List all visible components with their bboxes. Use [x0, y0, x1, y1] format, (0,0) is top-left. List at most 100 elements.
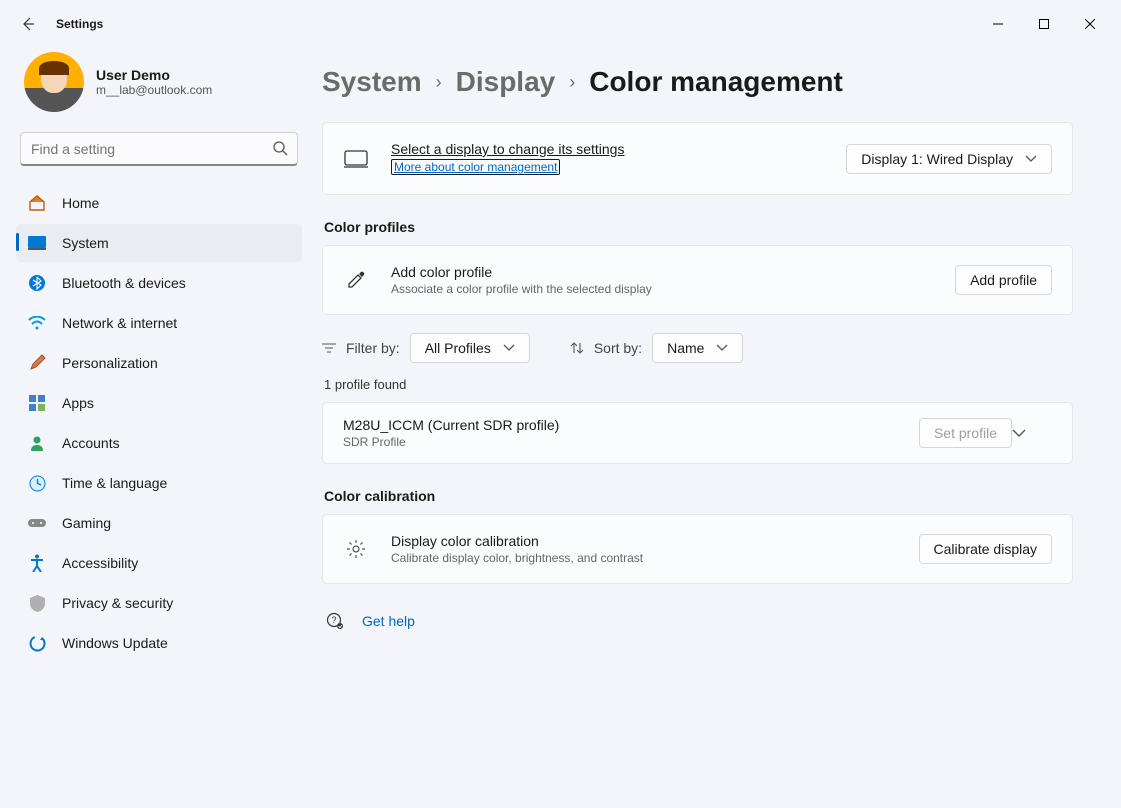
user-name: User Demo [96, 67, 212, 83]
minimize-icon [993, 19, 1003, 29]
get-help-link[interactable]: Get help [362, 613, 415, 629]
filter-row: Filter by: All Profiles Sort by: Name [322, 333, 1073, 363]
sort-label: Sort by: [594, 340, 642, 356]
maximize-button[interactable] [1021, 8, 1067, 40]
maximize-icon [1039, 19, 1049, 29]
close-button[interactable] [1067, 8, 1113, 40]
section-color-profiles: Color profiles [324, 219, 1073, 235]
window-controls [975, 8, 1113, 40]
nav-label: Windows Update [62, 635, 168, 651]
search-icon [272, 140, 288, 156]
breadcrumb: System › Display › Color management [322, 48, 1073, 122]
chevron-down-icon [1012, 428, 1026, 438]
user-email: m__lab@outlook.com [96, 83, 212, 97]
bluetooth-icon [28, 274, 46, 292]
nav-label: Apps [62, 395, 94, 411]
calibration-sub: Calibrate display color, brightness, and… [391, 551, 897, 565]
nav-accounts[interactable]: Accounts [16, 424, 302, 462]
profile-type: SDR Profile [343, 435, 919, 449]
user-block[interactable]: User Demo m__lab@outlook.com [16, 48, 302, 132]
back-button[interactable] [8, 4, 48, 44]
brush-icon [28, 354, 46, 372]
profile-name: M28U_ICCM (Current SDR profile) [343, 417, 919, 433]
filter-dropdown[interactable]: All Profiles [410, 333, 530, 363]
home-icon [28, 194, 46, 212]
sort-icon [570, 341, 584, 355]
close-icon [1085, 19, 1095, 29]
avatar [24, 52, 84, 112]
nav-label: Privacy & security [62, 595, 173, 611]
nav-privacy[interactable]: Privacy & security [16, 584, 302, 622]
nav-apps[interactable]: Apps [16, 384, 302, 422]
nav-label: Accounts [62, 435, 120, 451]
filter-value: All Profiles [425, 340, 491, 356]
nav-network[interactable]: Network & internet [16, 304, 302, 342]
profile-row: M28U_ICCM (Current SDR profile) SDR Prof… [322, 402, 1073, 464]
search-input[interactable] [20, 132, 298, 166]
more-about-link[interactable]: More about color management [391, 159, 560, 175]
wifi-icon [28, 314, 46, 332]
sort-value: Name [667, 340, 704, 356]
help-icon: ? [326, 612, 344, 630]
svg-text:?: ? [331, 615, 336, 625]
nav-label: Personalization [62, 355, 158, 371]
chevron-right-icon: › [569, 72, 575, 93]
chevron-down-icon [716, 344, 728, 352]
nav-label: System [62, 235, 109, 251]
nav-label: Bluetooth & devices [62, 275, 186, 291]
calibrate-button[interactable]: Calibrate display [919, 534, 1053, 564]
nav-personalization[interactable]: Personalization [16, 344, 302, 382]
calibration-icon [343, 536, 369, 562]
nav-label: Gaming [62, 515, 111, 531]
display-select-card: Select a display to change its settings … [322, 122, 1073, 195]
nav-home[interactable]: Home [16, 184, 302, 222]
chevron-down-icon [1025, 155, 1037, 163]
chevron-down-icon [503, 344, 515, 352]
titlebar: Settings [0, 0, 1121, 48]
crumb-current: Color management [589, 66, 843, 98]
calibration-title: Display color calibration [391, 533, 897, 549]
nav-time[interactable]: Time & language [16, 464, 302, 502]
chevron-right-icon: › [436, 72, 442, 93]
nav-accessibility[interactable]: Accessibility [16, 544, 302, 582]
help-row: ? Get help [322, 612, 1073, 630]
display-dropdown-value: Display 1: Wired Display [861, 151, 1013, 167]
arrow-left-icon [20, 16, 36, 32]
expand-profile-button[interactable] [1012, 428, 1052, 438]
display-select-title: Select a display to change its settings [391, 141, 824, 157]
crumb-display[interactable]: Display [456, 66, 556, 98]
nav-system[interactable]: System [16, 224, 302, 262]
nav-label: Time & language [62, 475, 167, 491]
nav-gaming[interactable]: Gaming [16, 504, 302, 542]
monitor-icon [343, 146, 369, 172]
nav-update[interactable]: Windows Update [16, 624, 302, 662]
filter-label: Filter by: [346, 340, 400, 356]
main-content: System › Display › Color management Sele… [310, 48, 1121, 808]
system-icon [28, 234, 46, 252]
search-box [20, 132, 298, 166]
gamepad-icon [28, 514, 46, 532]
filter-icon [322, 342, 336, 354]
nav-label: Home [62, 195, 99, 211]
set-profile-button[interactable]: Set profile [919, 418, 1012, 448]
display-dropdown[interactable]: Display 1: Wired Display [846, 144, 1052, 174]
calibration-card: Display color calibration Calibrate disp… [322, 514, 1073, 584]
app-title: Settings [56, 17, 103, 31]
eyedropper-icon [343, 267, 369, 293]
apps-icon [28, 394, 46, 412]
shield-icon [28, 594, 46, 612]
section-color-calibration: Color calibration [324, 488, 1073, 504]
nav-bluetooth[interactable]: Bluetooth & devices [16, 264, 302, 302]
nav-label: Accessibility [62, 555, 138, 571]
profiles-found-text: 1 profile found [324, 377, 1073, 392]
nav-list: Home System Bluetooth & devices Network … [16, 184, 302, 662]
add-profile-card: Add color profile Associate a color prof… [322, 245, 1073, 315]
add-profile-button[interactable]: Add profile [955, 265, 1052, 295]
clock-icon [28, 474, 46, 492]
add-profile-title: Add color profile [391, 264, 933, 280]
nav-label: Network & internet [62, 315, 177, 331]
sort-dropdown[interactable]: Name [652, 333, 743, 363]
crumb-system[interactable]: System [322, 66, 422, 98]
add-profile-sub: Associate a color profile with the selec… [391, 282, 933, 296]
minimize-button[interactable] [975, 8, 1021, 40]
